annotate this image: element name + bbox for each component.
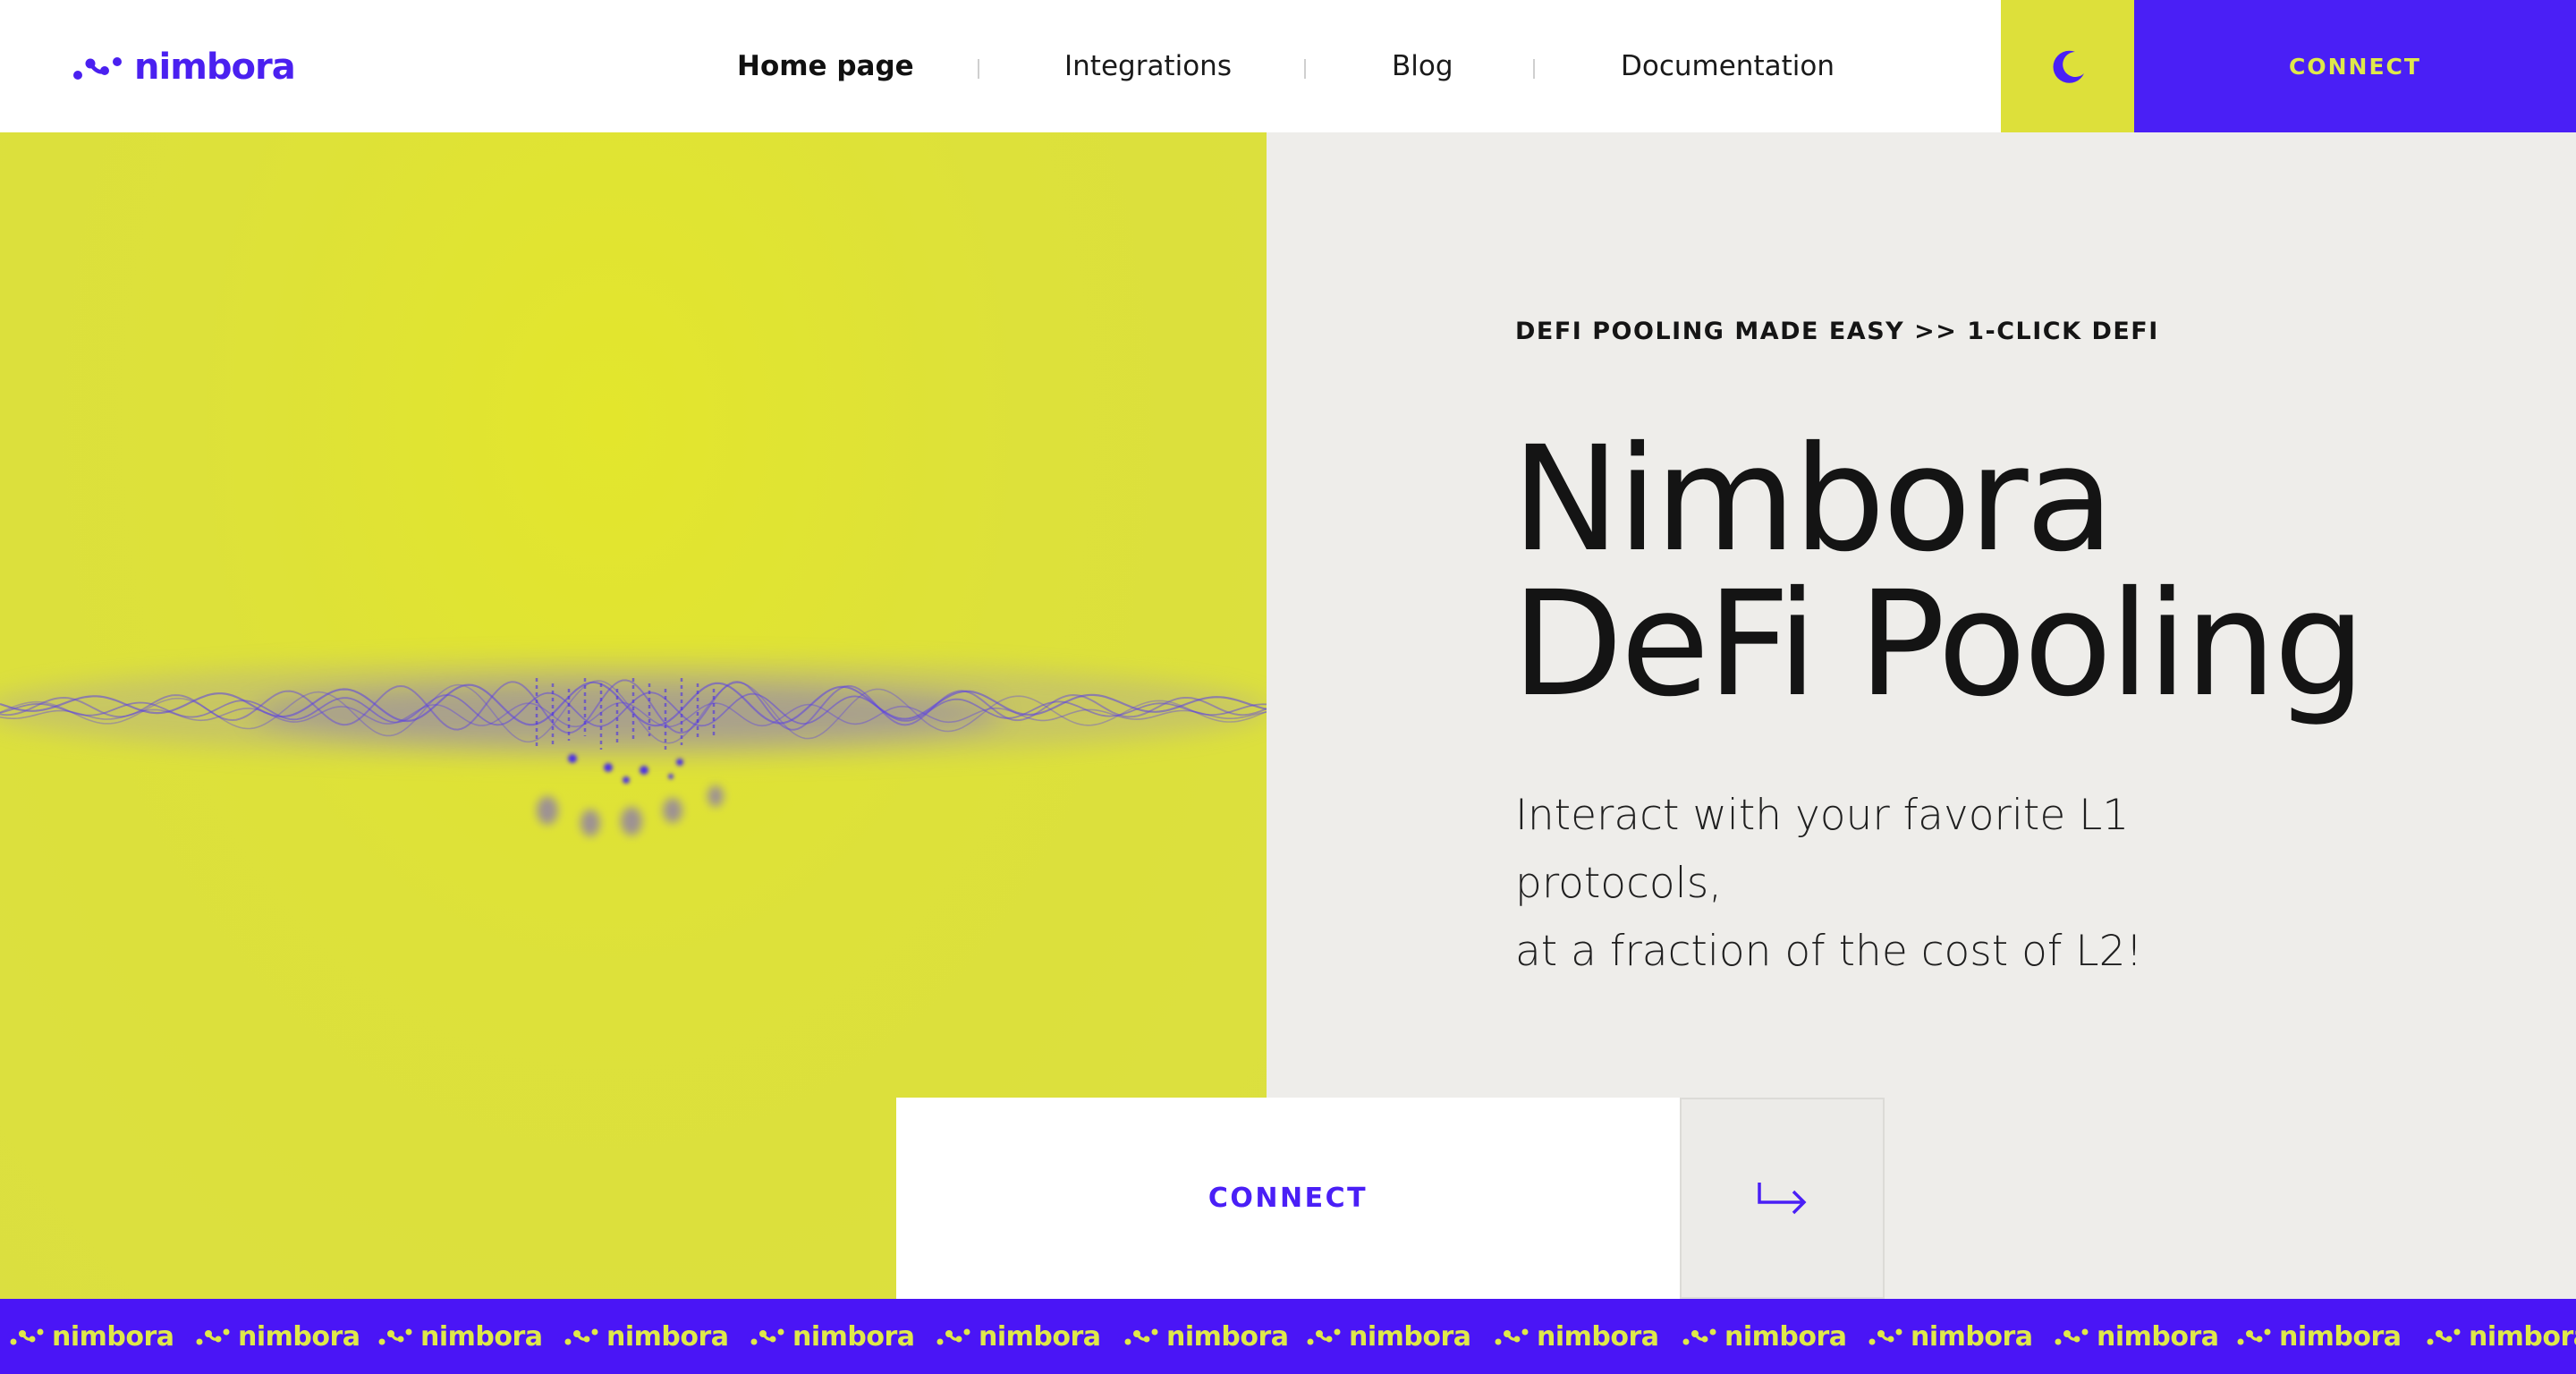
- hero-connect-label: CONNECT: [1208, 1183, 1368, 1214]
- nimbora-dots-icon: [1124, 1328, 1158, 1345]
- nav-item-blog[interactable]: Blog: [1392, 47, 1453, 86]
- hero-subtitle-line-2: at a fraction of the cost of L2!: [1515, 927, 2143, 976]
- nimbora-dots-icon: [378, 1328, 412, 1345]
- nimbora-dots-icon: [1495, 1328, 1529, 1345]
- logo-text: nimbora: [134, 47, 296, 88]
- marquee-item-label: nimbora: [606, 1320, 729, 1353]
- marquee-item-label: nimbora: [1166, 1320, 1289, 1353]
- hero-title-line-2: DeFi Pooling: [1512, 561, 2366, 729]
- hero-subtitle: Interact with your favorite L1 protocols…: [1515, 782, 2320, 986]
- nimbora-dots-icon: [936, 1328, 970, 1345]
- marquee-item-label: nimbora: [2469, 1320, 2576, 1353]
- marquee-item-label: nimbora: [979, 1320, 1101, 1353]
- marquee-item: nimbora: [936, 1315, 1101, 1358]
- marquee-item: nimbora: [1682, 1315, 1847, 1358]
- nimbora-dots-icon: [1868, 1328, 1902, 1345]
- nimbora-dots-icon: [2427, 1328, 2461, 1345]
- marquee-item: nimbora: [2426, 1315, 2576, 1358]
- site-header: nimbora Home page Integrations Blog Docu…: [0, 0, 2576, 132]
- hero-title-line-1: Nimbora: [1512, 416, 2114, 584]
- marquee-item-label: nimbora: [1537, 1320, 1659, 1353]
- hero-title: Nimbora DeFi Pooling: [1512, 416, 2366, 729]
- nav-item-integrations[interactable]: Integrations: [1064, 47, 1232, 86]
- nav-item-documentation[interactable]: Documentation: [1621, 47, 1835, 86]
- nimbora-dots-icon: [2237, 1328, 2271, 1345]
- theme-toggle-button[interactable]: [2001, 0, 2134, 132]
- nav-separator: [978, 59, 979, 79]
- nimbora-dots-icon: [196, 1328, 230, 1345]
- marquee-item-label: nimbora: [238, 1320, 360, 1353]
- brand-marquee: nimbora nimbora nimbora nimbora nimbora nimbo…: [0, 1299, 2576, 1374]
- nimbora-dots-icon: [2055, 1328, 2089, 1345]
- marquee-item-label: nimbora: [792, 1320, 915, 1353]
- marquee-item: nimbora: [1306, 1315, 1471, 1358]
- hero-connect-button[interactable]: CONNECT: [896, 1098, 1680, 1299]
- wave-droplets: [537, 785, 724, 836]
- header-connect-button[interactable]: CONNECT: [2134, 0, 2576, 132]
- marquee-item-label: nimbora: [1911, 1320, 2033, 1353]
- marquee-item-label: nimbora: [1724, 1320, 1847, 1353]
- marquee-item: nimbora: [1494, 1315, 1659, 1358]
- page: nimbora Home page Integrations Blog Docu…: [0, 0, 2576, 1374]
- arrow-right-hook-icon: [1757, 1182, 1806, 1214]
- marquee-item-label: nimbora: [52, 1320, 174, 1353]
- marquee-item-label: nimbora: [420, 1320, 543, 1353]
- nimbora-dots-icon: [73, 57, 122, 80]
- marquee-item: nimbora: [9, 1315, 174, 1358]
- marquee-item: nimbora: [564, 1315, 729, 1358]
- marquee-item-label: nimbora: [2097, 1320, 2219, 1353]
- nav-separator: [1533, 59, 1535, 79]
- nav-separator: [1304, 59, 1306, 79]
- marquee-item: nimbora: [377, 1315, 543, 1358]
- hero-eyebrow: DEFI POOLING MADE EASY >> 1-CLICK DEFI: [1515, 318, 2159, 345]
- marquee-item: nimbora: [1868, 1315, 2033, 1358]
- marquee-item: nimbora: [2054, 1315, 2219, 1358]
- nav-item-home-page[interactable]: Home page: [737, 47, 914, 86]
- logo[interactable]: nimbora: [72, 45, 296, 89]
- nimbora-dots-icon: [1682, 1328, 1716, 1345]
- hero-arrow-button[interactable]: [1680, 1098, 1885, 1299]
- nimbora-dots-icon: [564, 1328, 598, 1345]
- marquee-item: nimbora: [195, 1315, 360, 1358]
- marquee-item: nimbora: [750, 1315, 915, 1358]
- nimbora-dots-icon: [10, 1328, 44, 1345]
- marquee-item: nimbora: [1123, 1315, 1289, 1358]
- nimbora-dots-icon: [1307, 1328, 1341, 1345]
- marquee-item-label: nimbora: [1349, 1320, 1471, 1353]
- nimbora-dots-icon: [750, 1328, 784, 1345]
- moon-icon: [2053, 50, 2084, 83]
- marquee-item: nimbora: [2236, 1315, 2402, 1358]
- marquee-item-label: nimbora: [2279, 1320, 2402, 1353]
- hero-subtitle-line-1: Interact with your favorite L1 protocols…: [1515, 791, 2130, 908]
- header-connect-label: CONNECT: [2289, 53, 2421, 80]
